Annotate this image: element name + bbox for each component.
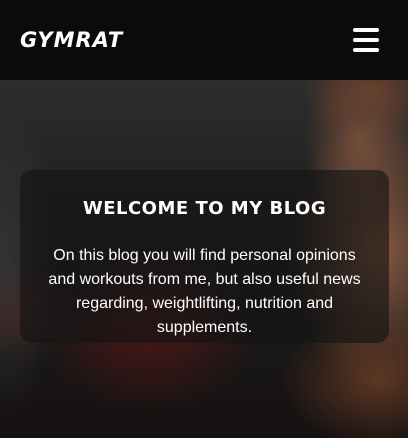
welcome-title: WELCOME TO MY BLOG bbox=[82, 198, 327, 219]
hamburger-menu-icon-middle-bar bbox=[353, 38, 379, 42]
navbar: GYMRAT bbox=[0, 0, 408, 80]
page: GYMRAT WELCOME TO MY BLOG On this blog y… bbox=[0, 0, 408, 438]
site-logo[interactable]: GYMRAT bbox=[20, 27, 123, 53]
hamburger-menu-icon-bottom-bar bbox=[353, 48, 379, 52]
welcome-card: WELCOME TO MY BLOG On this blog you will… bbox=[20, 170, 389, 343]
hamburger-menu-button[interactable] bbox=[350, 24, 382, 56]
welcome-text: On this blog you will find personal opin… bbox=[48, 247, 361, 336]
hamburger-menu-icon bbox=[353, 28, 379, 32]
